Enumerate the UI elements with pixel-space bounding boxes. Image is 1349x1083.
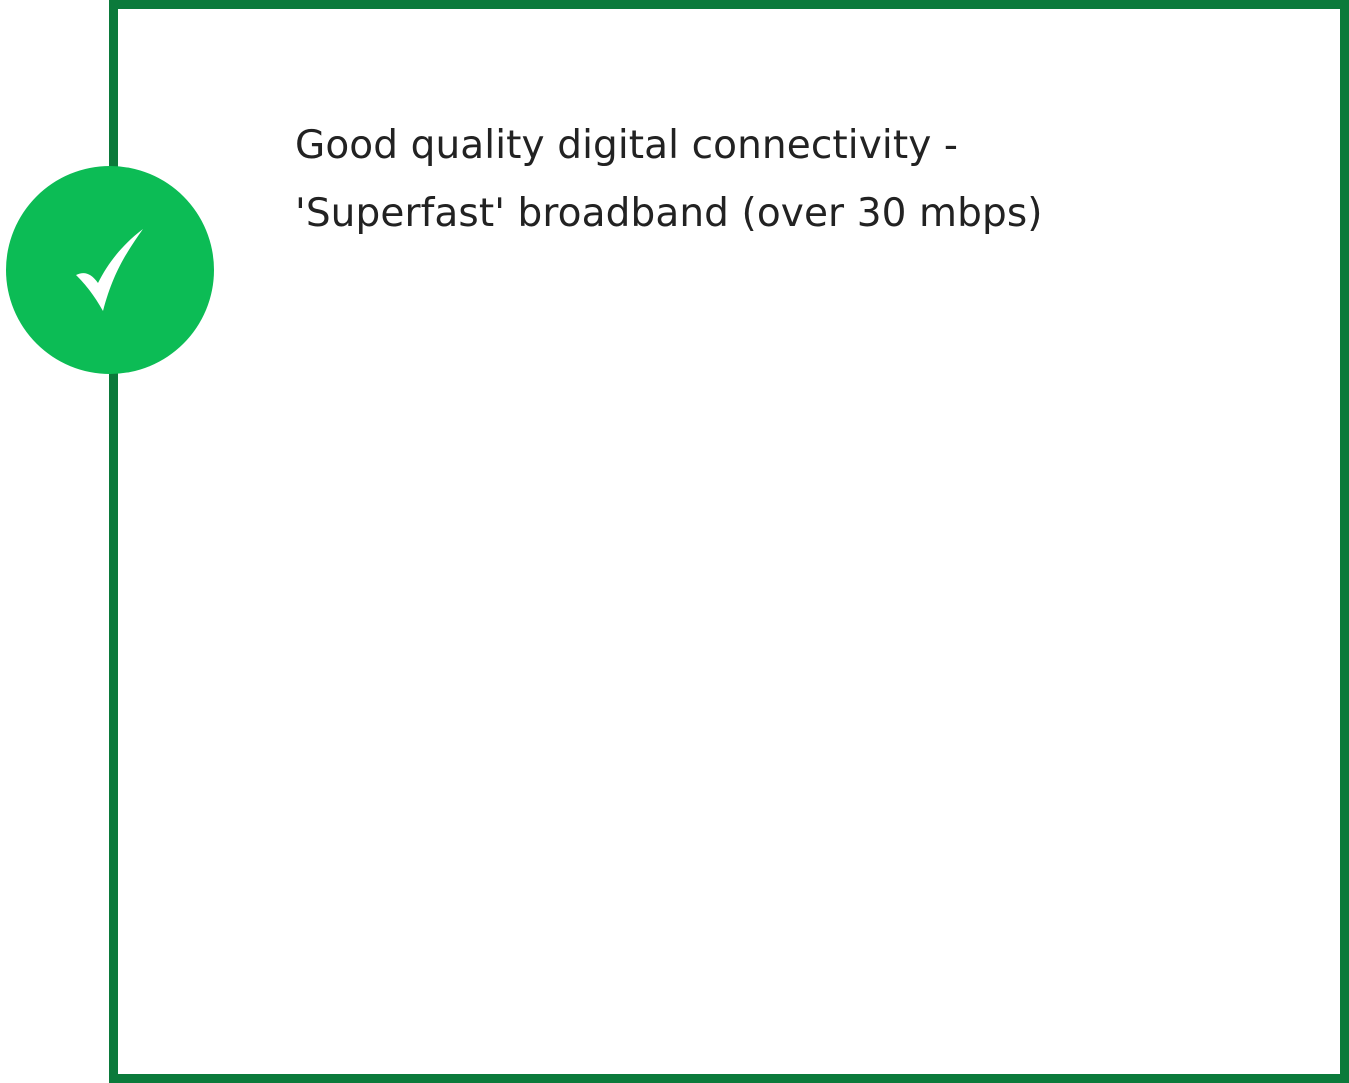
connectivity-line-2: 'Superfast' broadband (over 30 mbps)	[295, 191, 1043, 236]
checkmark-icon	[76, 229, 143, 311]
connectivity-line-1: Good quality digital connectivity -	[295, 123, 959, 168]
status-badge	[6, 166, 214, 374]
connectivity-text: Good quality digital connectivity - 'Sup…	[295, 112, 1275, 248]
